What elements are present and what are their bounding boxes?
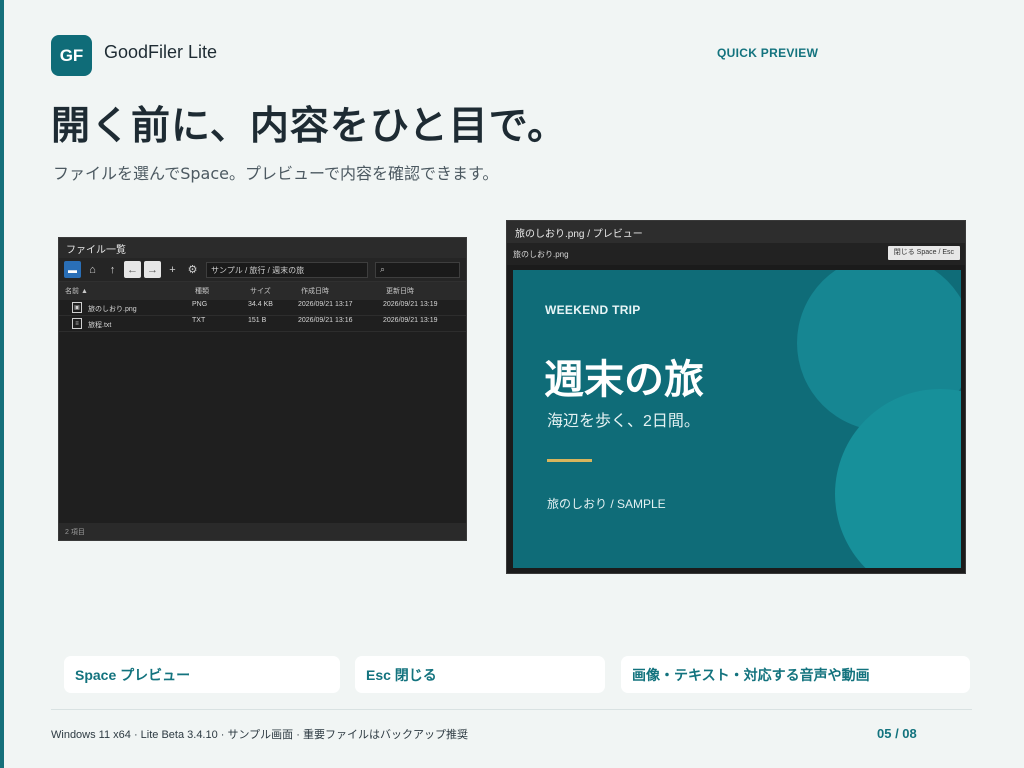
footer-divider [51,709,972,710]
file-size: 151 B [248,317,267,324]
plus-icon[interactable]: + [164,261,181,278]
folder-icon[interactable]: ▬ [64,261,81,278]
file-name: 旅のしおり.png [88,306,137,313]
preview-window-title: 旅のしおり.png / プレビュー [507,221,965,243]
up-icon[interactable]: ↑ [104,261,121,278]
footer-info: Windows 11 x64 · Lite Beta 3.4.10 · サンプル… [51,729,468,741]
table-row[interactable]: ≡ 旅程.txt TXT 151 B 2026/09/21 13:16 2026… [59,316,466,332]
preview-image: WEEKEND TRIP 週末の旅 海辺を歩く、2日間。 旅のしおり / SAM… [513,270,961,568]
file-window-title: ファイル一覧 [59,238,466,258]
preview-window: 旅のしおり.png / プレビュー 旅のしおり.png 閉じる Space / … [506,220,966,574]
table-row[interactable]: ▣ 旅のしおり.png PNG 34.4 KB 2026/09/21 13:17… [59,300,466,316]
slide-footer: 旅のしおり / SAMPLE [547,497,666,511]
slide-title: 週末の旅 [544,358,704,402]
column-header-created[interactable]: 作成日時 [301,286,329,296]
headline: 開く前に、内容をひと目で。 [51,104,568,149]
file-created: 2026/09/21 13:16 [298,317,353,324]
subline: ファイルを選んでSpace。プレビューで内容を確認できます。 [53,164,499,183]
image-file-icon: ▣ [72,302,82,313]
file-modified: 2026/09/21 13:19 [383,301,438,308]
file-name: 旅程.txt [88,322,112,329]
page-number: 05 / 08 [877,726,917,741]
file-list-window: ファイル一覧 ▬ ⌂ ↑ ← → + ⚙ サンプル / 旅行 / 週末の旅 ⌕ … [58,237,467,541]
forward-icon[interactable]: → [144,261,161,278]
app-logo: GF [51,35,92,76]
file-modified: 2026/09/21 13:19 [383,317,438,324]
accent-line [547,459,592,462]
home-icon[interactable]: ⌂ [84,261,101,278]
hint-card-space: Space プレビュー [64,656,340,693]
column-header-type[interactable]: 種類 [195,286,209,296]
search-input[interactable]: ⌕ [375,261,460,278]
column-header-size[interactable]: サイズ [250,286,271,296]
file-type: PNG [192,301,208,308]
slide-subtitle: 海辺を歩く、2日間。 [547,413,700,430]
column-header-name[interactable]: 名前 ▲ [65,286,88,296]
path-field[interactable]: サンプル / 旅行 / 週末の旅 [206,261,368,278]
status-bar: 2 項目 [59,523,466,540]
file-created: 2026/09/21 13:17 [298,301,353,308]
text-file-icon: ≡ [72,318,82,329]
file-type: TXT [192,317,206,324]
file-toolbar: ▬ ⌂ ↑ ← → + ⚙ サンプル / 旅行 / 週末の旅 ⌕ [59,258,466,282]
file-size: 34.4 KB [248,301,273,308]
search-icon: ⌕ [380,263,386,274]
preview-filename: 旅のしおり.png [513,250,569,259]
app-name: GoodFiler Lite [104,42,218,62]
preview-toolbar: 旅のしおり.png 閉じる Space / Esc [507,243,965,265]
close-button[interactable]: 閉じる Space / Esc [887,246,960,260]
left-accent-stripe [0,0,4,768]
slide-kicker: WEEKEND TRIP [545,303,641,317]
table-header: 名前 ▲ 種類 サイズ 作成日時 更新日時 [59,282,466,300]
back-icon[interactable]: ← [124,261,141,278]
hint-card-formats: 画像・テキスト・対応する音声や動画 [621,656,970,693]
hint-card-esc: Esc 閉じる [355,656,605,693]
section-tag: QUICK PREVIEW [717,46,819,60]
settings-icon[interactable]: ⚙ [184,261,201,278]
column-header-modified[interactable]: 更新日時 [386,286,414,296]
